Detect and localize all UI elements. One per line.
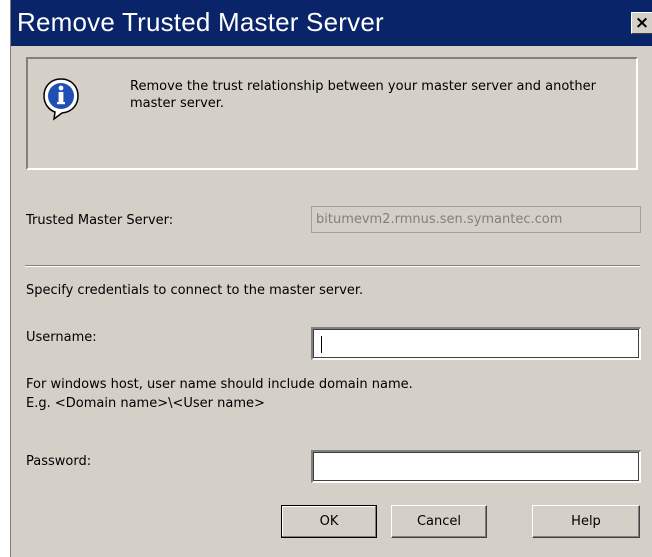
text-caret	[321, 336, 322, 353]
close-button[interactable]: ×	[631, 12, 652, 34]
username-input[interactable]	[311, 327, 641, 360]
trusted-master-field: bitumevm2.rmnus.sen.symantec.com	[311, 206, 641, 233]
title-bar[interactable]: Remove Trusted Master Server ×	[11, 0, 652, 46]
trusted-master-label: Trusted Master Server:	[26, 213, 174, 228]
cancel-button[interactable]: Cancel	[391, 505, 487, 538]
close-icon: ×	[634, 13, 650, 33]
info-panel: Remove the trust relationship between yo…	[26, 57, 638, 170]
username-hint-line1: For windows host, user name should inclu…	[26, 377, 413, 392]
info-icon	[43, 78, 79, 121]
password-input[interactable]	[311, 450, 641, 483]
credentials-prompt: Specify credentials to connect to the ma…	[26, 283, 364, 298]
password-label: Password:	[26, 454, 92, 469]
username-label: Username:	[26, 330, 97, 345]
remove-trusted-master-dialog: Remove Trusted Master Server × Remove th…	[10, 0, 652, 557]
separator	[25, 265, 640, 267]
ok-button[interactable]: OK	[281, 505, 377, 538]
username-hint-line2: E.g. <Domain name>\<User name>	[26, 396, 265, 411]
dialog-title: Remove Trusted Master Server	[17, 7, 384, 37]
help-button[interactable]: Help	[532, 505, 640, 538]
info-message: Remove the trust relationship between yo…	[130, 79, 596, 111]
